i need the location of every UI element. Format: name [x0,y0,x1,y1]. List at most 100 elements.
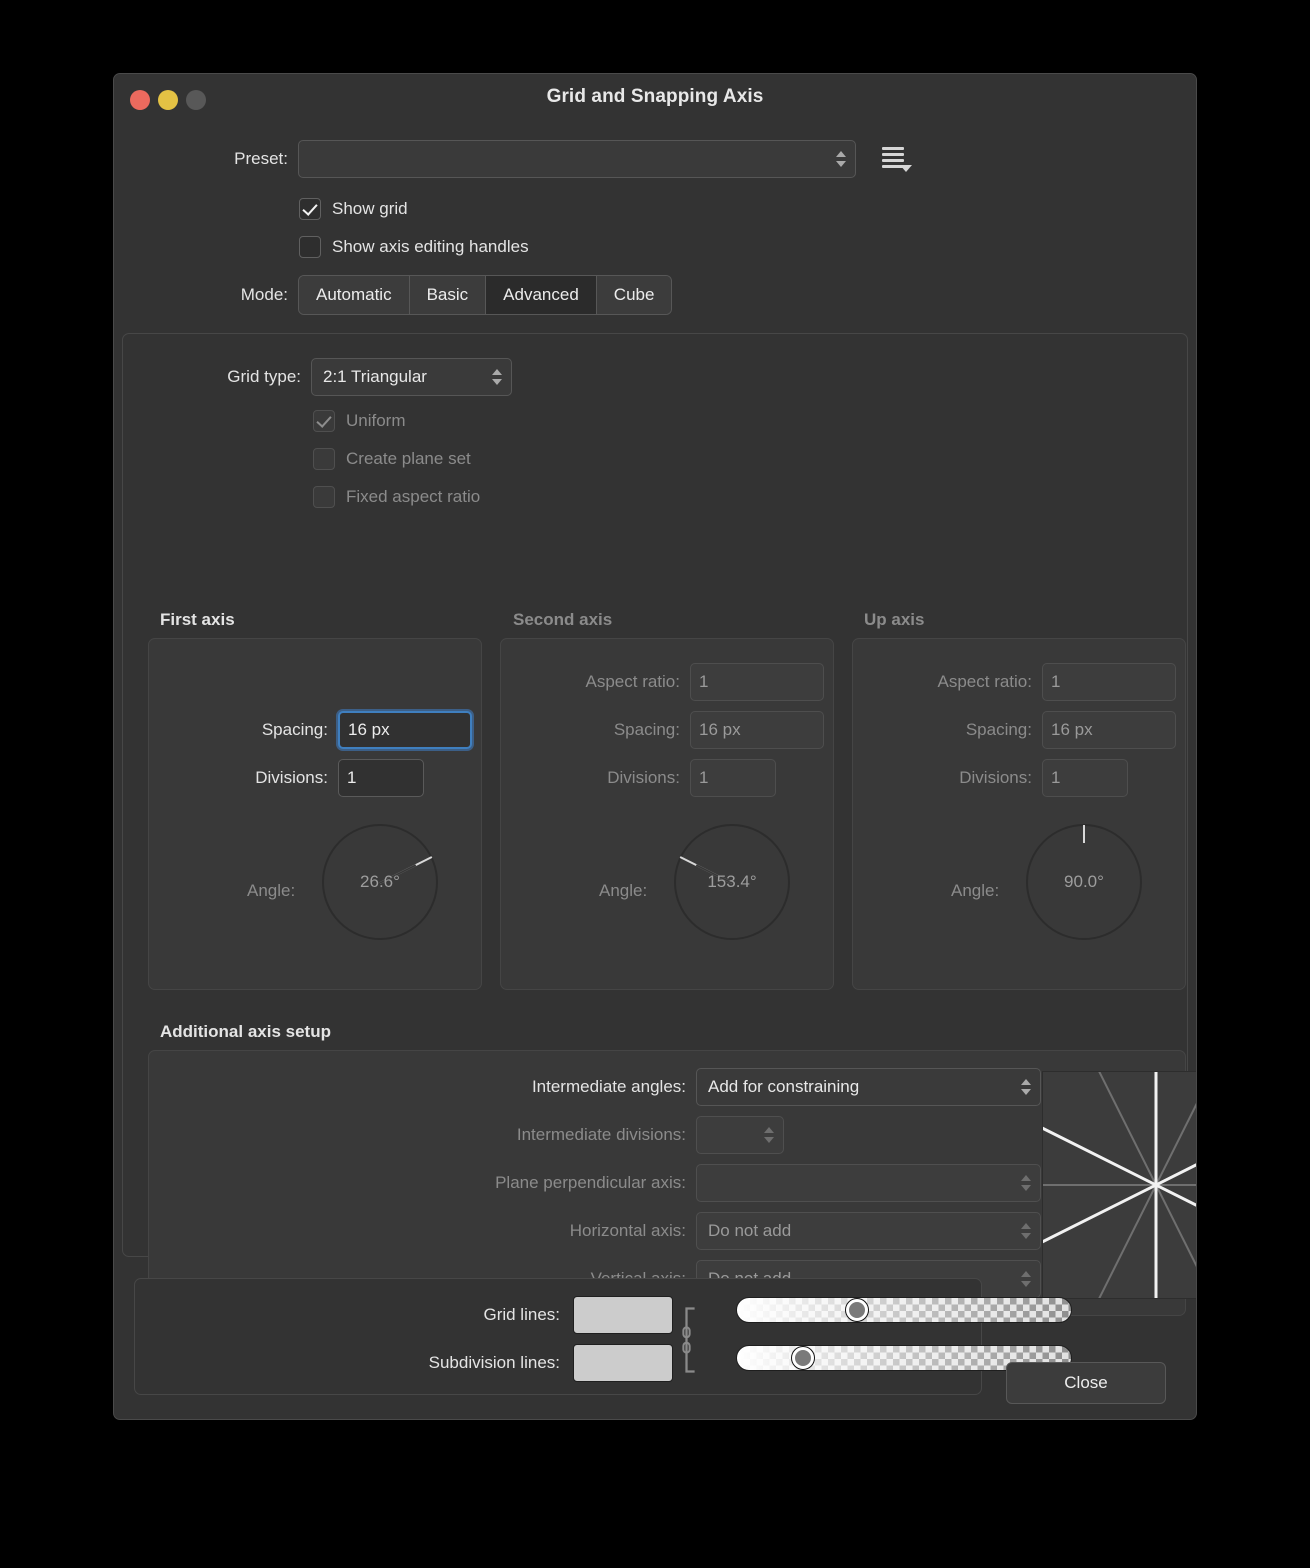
fixed-aspect-ratio-checkbox [313,486,335,508]
up-axis-title: Up axis [864,610,925,629]
up-axis-spacing-label: Spacing: [965,720,1032,739]
preset-stepper-arrows[interactable] [836,151,846,167]
screen: Grid and Snapping Axis Preset: Show grid [0,0,1310,1568]
grid-and-snapping-axis-window: Grid and Snapping Axis Preset: Show grid [113,73,1197,1420]
mode-segmented-control[interactable]: Automatic Basic Advanced Cube [298,275,673,315]
first-axis-angle-label: Angle: [247,881,296,900]
grid-type-row: Grid type: 2:1 Triangular [123,358,1187,396]
first-axis-panel: Spacing: 16 px Divisions: 1 Angle: 26.6° [148,638,482,990]
grid-lines-opacity-handle[interactable] [845,1299,868,1321]
second-axis-angle-dial: 153.4° [674,824,790,940]
fixed-aspect-ratio-row: Fixed aspect ratio [313,486,480,508]
second-axis-divisions-input: 1 [690,759,776,797]
mode-option-automatic[interactable]: Automatic [299,276,410,314]
grid-settings-group: Grid type: 2:1 Triangular Uniform Create… [122,333,1196,1355]
first-axis-spacing-label: Spacing: [261,720,328,739]
first-axis-angle-value: 26.6° [360,872,400,891]
second-axis-title: Second axis [513,610,613,629]
horizontal-axis-stepper-arrows [1021,1223,1031,1239]
intermediate-divisions-stepper-arrows [764,1127,774,1143]
up-axis-divisions-input: 1 [1042,759,1128,797]
second-axis-spacing-row: Spacing: 16 px [501,711,833,749]
up-axis-divisions-row: Divisions: 1 [853,759,1185,797]
grid-type-select[interactable]: 2:1 Triangular [311,358,512,396]
create-plane-set-row: Create plane set [313,448,471,470]
vertical-axis-stepper-arrows [1021,1271,1031,1287]
up-axis-divisions-label: Divisions: [959,768,1032,787]
window-titlebar: Grid and Snapping Axis [114,74,1196,126]
plane-perpendicular-axis-row: Plane perpendicular axis: [149,1164,1185,1202]
uniform-row: Uniform [313,410,406,432]
intermediate-angles-select[interactable]: Add for constraining [696,1068,1041,1106]
grid-lines-opacity-slider[interactable] [736,1297,1072,1323]
preset-label: Preset: [234,149,288,168]
up-axis-spacing-row: Spacing: 16 px [853,711,1185,749]
second-axis-aspect-ratio-value: 1 [699,672,709,691]
first-axis-divisions-input[interactable]: 1 [338,759,424,797]
additional-axis-setup-panel: Intermediate angles: Add for constrainin… [148,1015,1196,1355]
up-axis-aspect-ratio-input: 1 [1042,663,1176,701]
plane-perpendicular-axis-label: Plane perpendicular axis: [495,1173,686,1192]
up-axis-angle-dial: 90.0° [1026,824,1142,940]
horizontal-axis-value: Do not add [708,1221,792,1240]
first-axis-divisions-label: Divisions: [255,768,328,787]
second-axis-panel: Aspect ratio: 1 Spacing: 16 px Divisions… [500,638,834,990]
grid-type-stepper-arrows[interactable] [492,369,502,385]
intermediate-angles-value: Add for constraining [708,1077,860,1096]
second-axis-angle-label: Angle: [599,881,648,900]
show-axis-handles-row[interactable]: Show axis editing handles [299,236,529,258]
mode-row: Mode: Automatic Basic Advanced Cube [114,275,1196,315]
fixed-aspect-ratio-label: Fixed aspect ratio [346,487,481,506]
up-axis-aspect-ratio-row: Aspect ratio: 1 [853,663,1185,701]
up-axis-divisions-value: 1 [1051,768,1061,787]
intermediate-angles-label: Intermediate angles: [531,1077,686,1096]
first-axis-divisions-row: Divisions: 1 [149,759,481,797]
preset-select[interactable] [298,140,856,178]
up-axis-aspect-ratio-label: Aspect ratio: [937,672,1033,691]
second-axis-aspect-ratio-label: Aspect ratio: [585,672,681,691]
chevron-down-icon [900,165,912,172]
show-grid-row[interactable]: Show grid [299,198,408,220]
create-plane-set-checkbox [313,448,335,470]
second-axis-aspect-ratio-row: Aspect ratio: 1 [501,663,833,701]
subdivision-lines-opacity-handle[interactable] [792,1347,815,1369]
grid-lines-color-well[interactable] [573,1296,673,1334]
grid-type-label: Grid type: [227,367,301,386]
show-grid-label: Show grid [332,199,408,218]
first-axis-spacing-input[interactable]: 16 px [338,711,472,749]
second-axis-divisions-row: Divisions: 1 [501,759,833,797]
up-axis-aspect-ratio-value: 1 [1051,672,1061,691]
mode-label: Mode: [240,285,288,304]
preset-row: Preset: [114,140,1196,178]
intermediate-divisions-stepper [696,1116,784,1154]
show-axis-editing-handles-checkbox[interactable] [299,236,321,258]
intermediate-angles-row: Intermediate angles: Add for constrainin… [149,1068,1185,1106]
chain-link-icon[interactable] [682,1301,700,1379]
second-axis-divisions-value: 1 [699,768,709,787]
show-grid-checkbox[interactable] [299,198,321,220]
show-axis-editing-handles-label: Show axis editing handles [332,237,529,256]
horizontal-axis-label: Horizontal axis: [569,1221,686,1240]
subdivision-lines-color-well[interactable] [573,1344,673,1382]
window-title: Grid and Snapping Axis [546,86,764,107]
grid-type-value: 2:1 Triangular [323,367,427,386]
second-axis-aspect-ratio-input: 1 [690,663,824,701]
mode-option-cube[interactable]: Cube [596,276,672,314]
first-axis-angle-dial[interactable]: 26.6° [322,824,438,940]
plane-perpendicular-axis-select [696,1164,1041,1202]
second-axis-angle-value: 153.4° [707,872,757,891]
additional-axis-setup-title: Additional axis setup [160,1022,331,1041]
preset-menu-button[interactable] [876,142,912,176]
horizontal-axis-select: Do not add [696,1212,1041,1250]
horizontal-axis-row: Horizontal axis: Do not add [149,1212,1185,1250]
up-axis-spacing-input: 16 px [1042,711,1176,749]
close-button[interactable]: Close [1006,1362,1166,1404]
intermediate-divisions-row: Intermediate divisions: [149,1116,1185,1154]
mode-option-advanced[interactable]: Advanced [486,276,597,314]
plane-perpendicular-axis-stepper-arrows [1021,1175,1031,1191]
intermediate-angles-stepper-arrows[interactable] [1021,1079,1031,1095]
mode-option-basic[interactable]: Basic [409,276,487,314]
first-axis-spacing-row: Spacing: 16 px [149,711,481,749]
up-axis-angle-value: 90.0° [1064,872,1104,891]
line-appearance-group: Grid lines: Subdivision lines: [134,1278,1072,1395]
